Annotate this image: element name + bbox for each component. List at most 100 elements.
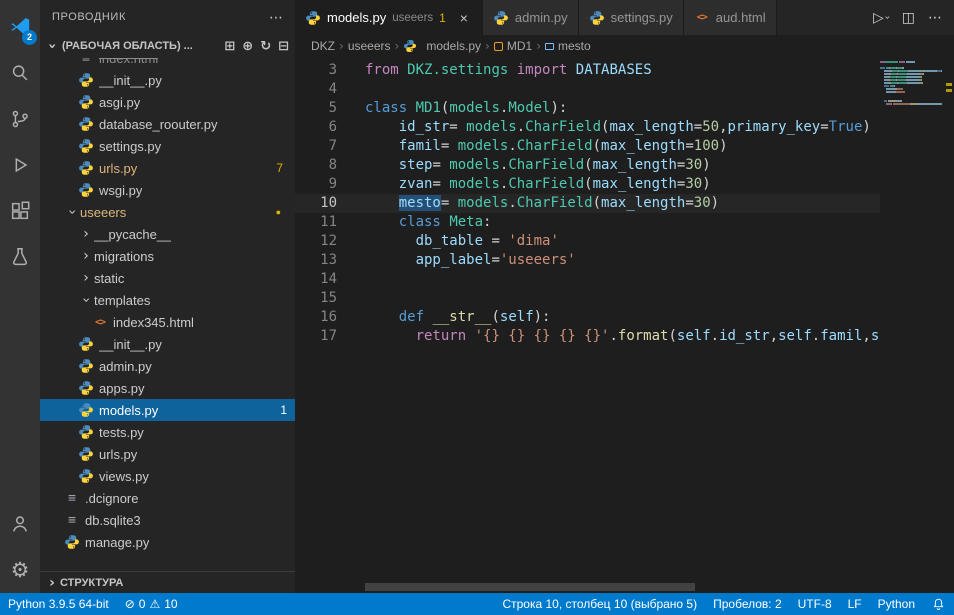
search-view-button[interactable] [0, 50, 40, 96]
workspace-section-header[interactable]: › (РАБОЧАЯ ОБЛАСТЬ) ... ⊞ ⊕ ↻ ⊟ [40, 34, 295, 58]
tree-folder-static[interactable]: ›static [40, 267, 295, 289]
run-python-file-button[interactable]: ▷› [873, 10, 889, 26]
file-label: __init__.py [99, 73, 162, 88]
outline-section-header[interactable]: › СТРУКТУРА [40, 571, 295, 593]
tree-folder-useeers[interactable]: ›useeers● [40, 201, 295, 223]
python-interpreter[interactable]: Python 3.9.5 64-bit [0, 593, 117, 615]
tree-file-db.sqlite3[interactable]: ≡db.sqlite3 [40, 509, 295, 531]
modified-dot-icon: ● [276, 207, 281, 217]
breadcrumb-separator: › [339, 39, 344, 53]
code-line[interactable]: 6 id_str= models.CharField(max_length=50… [295, 118, 880, 137]
code-line[interactable]: 7 famil= models.CharField(max_length=100… [295, 137, 880, 156]
testing-view-button[interactable] [0, 234, 40, 280]
cursor-position[interactable]: Строка 10, столбец 10 (выбрано 5) [494, 593, 705, 615]
code-line[interactable]: 15 [295, 289, 880, 308]
tree-file-__init__.py[interactable]: __init__.py [40, 333, 295, 355]
code-line[interactable]: 17 return '{} {} {} {} {}'.format(self.i… [295, 327, 880, 346]
tree-folder-migrations[interactable]: ›migrations [40, 245, 295, 267]
refresh-icon[interactable]: ↻ [260, 39, 271, 54]
more-actions-button[interactable]: ⋯ [928, 10, 942, 26]
run-debug-view-button[interactable] [0, 142, 40, 188]
code-line[interactable]: 3from DKZ.settings import DATABASES [295, 61, 880, 80]
warning-mark [946, 83, 952, 86]
problems[interactable]: ⊘0⚠10 [117, 593, 186, 615]
notifications-bell-button[interactable] [923, 593, 954, 615]
chevron-right-icon: › [78, 249, 94, 263]
line-number: 17 [295, 327, 365, 346]
overview-ruler [944, 57, 954, 593]
tab-settings.py[interactable]: settings.py [579, 0, 684, 35]
code-line[interactable]: 8 step= models.CharField(max_length=30) [295, 156, 880, 175]
tab-models.py[interactable]: models.pyuseeers1× [295, 0, 483, 35]
tab-admin.py[interactable]: admin.py [483, 0, 579, 35]
new-file-icon[interactable]: ⊞ [224, 39, 235, 54]
breadcrumb-item-mesto[interactable]: mesto [545, 39, 591, 53]
file-label: useeers [80, 205, 126, 220]
sidebar-more-actions-icon[interactable]: ⋯ [269, 9, 283, 26]
bell-icon [931, 597, 946, 612]
file-label: db.sqlite3 [85, 513, 141, 528]
tree-file-database_roouter.py[interactable]: database_roouter.py [40, 113, 295, 135]
tree-file-wsgi.py[interactable]: wsgi.py [40, 179, 295, 201]
language-mode[interactable]: Python [870, 593, 923, 615]
python-file-icon [78, 468, 94, 484]
indentation[interactable]: Пробелов: 2 [705, 593, 790, 615]
editor[interactable]: 3from DKZ.settings import DATABASES45cla… [295, 57, 954, 593]
close-icon[interactable]: × [456, 10, 472, 26]
tree-file-urls.py[interactable]: urls.py7 [40, 157, 295, 179]
tree-file-index345.html[interactable]: <>index345.html [40, 311, 295, 333]
tree-file-settings.py[interactable]: settings.py [40, 135, 295, 157]
run-debug-icon [9, 154, 31, 176]
eol[interactable]: LF [840, 593, 870, 615]
code-line[interactable]: 5class MD1(models.Model): [295, 99, 880, 118]
code-line[interactable]: 9 zvan= models.CharField(max_length=30) [295, 175, 880, 194]
workspace-section-label: (РАБОЧАЯ ОБЛАСТЬ) ... [62, 40, 193, 52]
file-label: templates [94, 293, 150, 308]
tree-file-models.py[interactable]: models.py1 [40, 399, 295, 421]
tree-file-index.html[interactable]: ≡index.html [40, 58, 295, 69]
tree-file-.dcignore[interactable]: ≡.dcignore [40, 487, 295, 509]
tree-file-apps.py[interactable]: apps.py [40, 377, 295, 399]
split-editor-button[interactable]: ◫ [902, 10, 915, 26]
tree-file-manage.py[interactable]: manage.py [40, 531, 295, 553]
tree-file-views.py[interactable]: views.py [40, 465, 295, 487]
tree-file-asgi.py[interactable]: asgi.py [40, 91, 295, 113]
tree-file-tests.py[interactable]: tests.py [40, 421, 295, 443]
encoding[interactable]: UTF-8 [790, 593, 840, 615]
explorer-view-button[interactable]: 2 [0, 4, 40, 50]
chevron-right-icon: › [78, 227, 94, 241]
tree-folder-templates[interactable]: ›templates [40, 289, 295, 311]
sidebar-title: ПРОВОДНИК [52, 11, 126, 23]
tree-file-urls.py[interactable]: urls.py [40, 443, 295, 465]
file-label: tests.py [99, 425, 144, 440]
code-line[interactable]: 16 def __str__(self): [295, 308, 880, 327]
extensions-view-button[interactable] [0, 188, 40, 234]
breadcrumb-item-DKZ[interactable]: DKZ [311, 39, 335, 53]
new-folder-icon[interactable]: ⊕ [242, 39, 253, 54]
beaker-icon [9, 246, 31, 268]
code-line[interactable]: 11 class Meta: [295, 213, 880, 232]
code-line[interactable]: 12 db_table = 'dima' [295, 232, 880, 251]
code-area[interactable]: 3from DKZ.settings import DATABASES45cla… [295, 57, 880, 346]
chevron-down-icon: › [79, 292, 93, 308]
code-line[interactable]: 13 app_label='useeers' [295, 251, 880, 270]
code-line[interactable]: 4 [295, 80, 880, 99]
horizontal-scrollbar[interactable] [365, 583, 695, 591]
tree-folder-__pycache__[interactable]: ›__pycache__ [40, 223, 295, 245]
tab-aud.html[interactable]: <>aud.html [684, 0, 777, 35]
breadcrumb-separator: › [485, 39, 490, 53]
breadcrumb-item-useeers[interactable]: useeers [348, 39, 391, 53]
tree-file-admin.py[interactable]: admin.py [40, 355, 295, 377]
tree-file-__init__.py[interactable]: __init__.py [40, 69, 295, 91]
account-button[interactable] [0, 501, 40, 547]
collapse-all-icon[interactable]: ⊟ [278, 39, 289, 54]
line-number: 3 [295, 61, 365, 80]
file-label: admin.py [99, 359, 152, 374]
code-line[interactable]: 10 mesto= models.CharField(max_length=30… [295, 194, 880, 213]
breadcrumb-item-MD1[interactable]: MD1 [494, 39, 532, 53]
source-control-view-button[interactable] [0, 96, 40, 142]
breadcrumb-item-models.py[interactable]: models.py [403, 39, 481, 53]
code-line[interactable]: 14 [295, 270, 880, 289]
minimap[interactable] [880, 57, 944, 593]
settings-button[interactable]: ⚙ [0, 547, 40, 593]
